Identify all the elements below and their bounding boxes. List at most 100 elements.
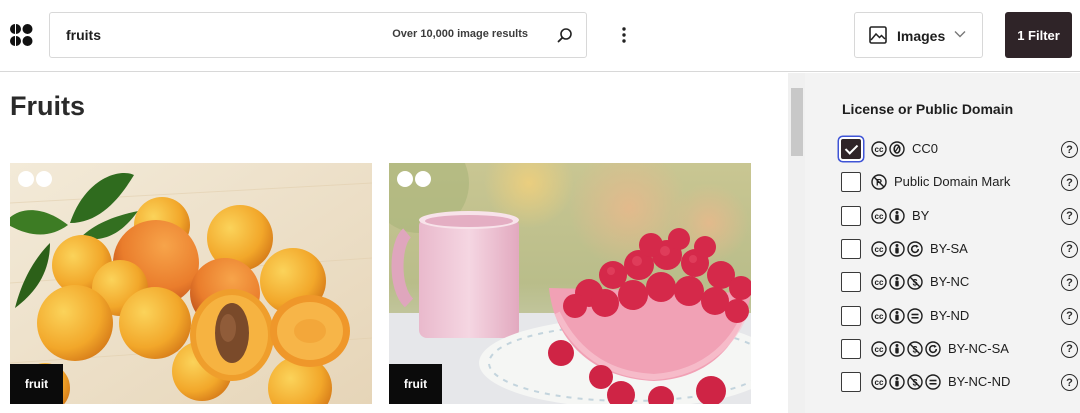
result-count: Over 10,000 image results xyxy=(392,28,528,40)
help-icon[interactable]: ? xyxy=(1061,174,1078,192)
image-icon xyxy=(869,26,887,44)
svg-text:cc: cc xyxy=(875,245,884,254)
filter-button[interactable]: 1 Filter xyxy=(1005,12,1072,58)
cc-icon: cc xyxy=(871,207,887,224)
cc-icon: cc xyxy=(871,241,887,257)
results-area: Fruits fruit fruit xyxy=(0,73,788,413)
zero-icon xyxy=(889,141,905,157)
by-icon xyxy=(889,374,905,390)
help-icon[interactable]: ? xyxy=(1061,240,1078,258)
checkbox[interactable] xyxy=(841,372,861,393)
help-icon[interactable]: ? xyxy=(1061,307,1078,325)
cc-icon xyxy=(397,171,413,187)
search-icon xyxy=(557,28,572,43)
license-icons: cc $ xyxy=(871,274,923,290)
checkbox[interactable] xyxy=(841,338,861,359)
zero-icon xyxy=(36,171,52,187)
cc-icon: cc xyxy=(871,274,887,290)
license-icons: cc $ xyxy=(871,374,941,390)
filter-option-label: BY-SA xyxy=(930,240,968,256)
license-icons: cc xyxy=(871,241,923,257)
checkbox[interactable] xyxy=(841,172,861,193)
sa-icon xyxy=(907,241,923,257)
svg-text:cc: cc xyxy=(875,145,884,154)
filter-panel: License or Public Domain cc CC0? P Public D… xyxy=(805,73,1080,413)
help-icon[interactable]: ? xyxy=(1061,207,1078,225)
filter-option-by-sa[interactable]: cc BY-SA? xyxy=(841,237,1078,261)
nc-icon: $ xyxy=(907,274,923,290)
checkbox[interactable] xyxy=(841,238,861,259)
result-card[interactable]: fruit xyxy=(10,163,372,404)
filter-option-label: BY-ND xyxy=(930,307,970,323)
filter-option-label: BY-NC xyxy=(930,274,970,290)
license-icons xyxy=(18,171,52,187)
more-options-button[interactable] xyxy=(612,22,636,48)
pd-icon: P xyxy=(871,174,887,190)
nc-icon: $ xyxy=(907,341,923,357)
nd-icon xyxy=(907,307,923,324)
kebab-menu-icon xyxy=(622,27,626,43)
raspberries-image xyxy=(389,163,751,404)
content-type-select[interactable]: Images xyxy=(854,12,983,58)
help-icon[interactable]: ? xyxy=(1061,141,1078,158)
filter-option-by-nc[interactable]: cc $ BY-NC? xyxy=(841,270,1078,294)
svg-text:cc: cc xyxy=(875,345,884,354)
logo-icon[interactable] xyxy=(9,24,33,46)
filter-option-by-nc-sa[interactable]: cc $ BY-NC-SA? xyxy=(841,337,1078,361)
license-icons: cc xyxy=(871,307,923,324)
help-icon[interactable]: ? xyxy=(1061,274,1078,292)
svg-text:cc: cc xyxy=(875,312,884,321)
help-icon[interactable]: ? xyxy=(1061,340,1078,358)
tag-label[interactable]: fruit xyxy=(10,364,63,404)
checkbox[interactable] xyxy=(841,205,861,226)
license-icons xyxy=(397,171,431,187)
filter-section-title: License or Public Domain xyxy=(842,101,1014,117)
search-input[interactable] xyxy=(66,13,386,57)
tag-label[interactable]: fruit xyxy=(389,364,442,404)
filter-option-by-nd[interactable]: cc BY-ND? xyxy=(841,304,1078,328)
svg-text:cc: cc xyxy=(875,278,884,287)
license-icons: cc $ xyxy=(871,341,941,357)
sa-icon xyxy=(925,341,941,357)
page-title: Fruits xyxy=(10,91,86,121)
content-type-label: Images xyxy=(897,28,946,44)
checkbox[interactable] xyxy=(841,305,861,326)
by-icon xyxy=(889,274,905,290)
search-bar: Over 10,000 image results xyxy=(49,12,587,58)
filter-option-by[interactable]: cc BY? xyxy=(841,204,1078,228)
chevron-down-icon xyxy=(954,31,966,38)
by-icon xyxy=(889,241,905,257)
header: Over 10,000 image results Images 1 Filte… xyxy=(0,0,1080,72)
cc-icon: cc xyxy=(871,141,887,157)
cc-icon: cc xyxy=(871,374,887,390)
license-icons: cc xyxy=(871,141,905,157)
help-icon[interactable]: ? xyxy=(1061,374,1078,392)
scrollbar-thumb[interactable] xyxy=(791,88,803,156)
zero-icon xyxy=(415,171,431,187)
cc-icon: cc xyxy=(871,307,887,324)
license-icons: cc xyxy=(871,207,905,224)
checkbox[interactable] xyxy=(841,272,861,293)
cc-icon: cc xyxy=(871,341,887,357)
by-icon xyxy=(889,307,905,324)
checkbox[interactable] xyxy=(841,139,861,159)
by-icon xyxy=(889,207,905,224)
search-button[interactable] xyxy=(554,24,576,46)
cc-icon xyxy=(18,171,34,187)
filter-option-label: CC0 xyxy=(912,141,939,156)
filter-option-label: Public Domain Mark xyxy=(894,174,1011,190)
filter-option-by-nc-nd[interactable]: cc $ BY-NC-ND? xyxy=(841,370,1078,394)
by-icon xyxy=(889,341,905,357)
result-card[interactable]: fruit xyxy=(389,163,751,404)
svg-text:cc: cc xyxy=(875,378,884,387)
filter-option-public-domain-mark[interactable]: P Public Domain Mark? xyxy=(841,170,1078,194)
nc-icon: $ xyxy=(907,374,923,390)
filter-option-cc0[interactable]: cc CC0? xyxy=(841,137,1078,161)
filter-option-label: BY-NC-SA xyxy=(948,340,1009,356)
license-icons: P xyxy=(871,174,887,190)
filter-option-label: BY xyxy=(912,207,930,223)
apricots-image xyxy=(10,163,372,404)
svg-text:cc: cc xyxy=(875,212,884,221)
nd-icon xyxy=(925,374,941,390)
filter-option-label: BY-NC-ND xyxy=(948,374,1011,390)
